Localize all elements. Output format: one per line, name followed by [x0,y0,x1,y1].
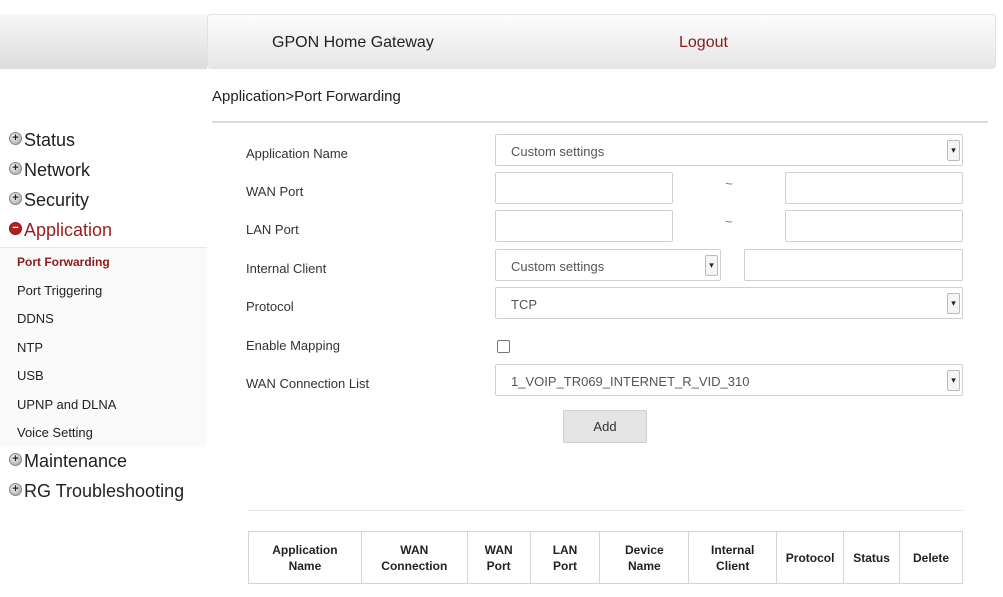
sidebar-item-network[interactable]: + Network [0,155,207,185]
sidebar-subitem-ntp[interactable]: NTP [0,333,207,362]
wan-port-start-input[interactable] [495,172,673,204]
wan-connection-list-select[interactable]: 1_VOIP_TR069_INTERNET_R_VID_310 ▾ [495,364,963,396]
chevron-down-icon: ▾ [947,293,960,314]
expand-plus-icon: + [9,131,22,145]
sidebar-item-label: Security [24,189,90,210]
sidebar-subitem-port-forwarding[interactable]: Port Forwarding [0,248,207,277]
column-header-wan-connection: WAN Connection [360,531,468,584]
wan-connection-list-label: WAN Connection List [246,376,370,391]
column-header-device-name: Device Name [599,531,690,584]
chevron-down-icon: ▾ [947,140,960,161]
application-submenu: Port Forwarding Port Triggering DDNS NTP… [0,247,207,447]
column-header-internal-client: Internal Client [688,531,778,584]
sidebar-item-label: Maintenance [24,451,128,472]
sidebar-item-security[interactable]: + Security [0,185,207,215]
breadcrumb: Application>Port Forwarding [212,88,401,105]
breadcrumb-divider [212,121,988,123]
expand-plus-icon: + [9,483,22,497]
sidebar-item-application[interactable]: − Application [0,215,207,245]
wan-port-end-input[interactable] [785,172,963,204]
select-value: TCP [511,297,537,312]
protocol-label: Protocol [246,299,294,314]
sidebar-item-maintenance[interactable]: + Maintenance [0,447,207,477]
expand-plus-icon: + [9,191,22,205]
column-header-protocol: Protocol [776,531,845,584]
sidebar-subitem-voice-setting[interactable]: Voice Setting [0,418,207,447]
table-divider [248,510,963,511]
gateway-title: GPON Home Gateway [272,34,434,51]
enable-mapping-label: Enable Mapping [246,338,340,353]
sidebar-subitem-ddns[interactable]: DDNS [0,304,207,334]
sidebar-header-bar [0,14,207,69]
sidebar-item-label: RG Troubleshooting [24,481,185,502]
wan-port-separator: ~ [725,176,733,191]
lan-port-end-input[interactable] [785,210,963,242]
internal-client-label: Internal Client [246,261,327,276]
column-header-status: Status [843,531,901,584]
sidebar-item-label: Network [24,159,91,180]
internal-client-ip-input[interactable] [744,249,963,281]
sidebar-item-label: Application [24,219,113,240]
chevron-down-icon: ▾ [705,255,718,276]
top-header: GPON Home Gateway Logout [207,14,996,69]
application-name-label: Application Name [246,146,348,161]
lan-port-label: LAN Port [246,222,299,237]
select-value: Custom settings [511,259,605,274]
chevron-down-icon: ▾ [947,370,960,391]
wan-port-label: WAN Port [246,184,304,199]
expand-plus-icon: + [9,161,22,175]
column-header-delete: Delete [899,531,963,584]
sidebar-item-rg-troubleshooting[interactable]: + RG Troubleshooting [0,477,207,507]
logout-link[interactable]: Logout [679,34,728,52]
application-name-select[interactable]: Custom settings ▾ [495,134,963,166]
column-header-wan-port: WAN Port [466,531,531,584]
select-value: Custom settings [511,144,605,159]
enable-mapping-checkbox[interactable] [497,340,510,353]
sidebar-subitem-usb[interactable]: USB [0,361,207,390]
column-header-lan-port: LAN Port [529,531,601,584]
sidebar-subitem-port-triggering[interactable]: Port Triggering [0,276,207,305]
internal-client-select[interactable]: Custom settings ▾ [495,249,721,281]
sidebar-subitem-upnp-dlna[interactable]: UPNP and DLNA [0,389,207,419]
sidebar-item-status[interactable]: + Status [0,125,207,155]
port-forwarding-table: Application Name WAN Connection WAN Port LA… [248,531,963,584]
select-value: 1_VOIP_TR069_INTERNET_R_VID_310 [511,374,750,389]
table-header-row: Application Name WAN Connection WAN Port LA… [248,531,963,584]
lan-port-separator: ~ [725,214,733,229]
expand-plus-icon: + [9,453,22,467]
sidebar-item-label: Status [24,129,76,150]
collapse-minus-icon: − [9,221,22,235]
column-header-application-name: Application Name [248,531,362,584]
sidebar: + Status + Network + Security − Applicat… [0,125,207,507]
lan-port-start-input[interactable] [495,210,673,242]
add-button[interactable]: Add [563,410,647,443]
protocol-select[interactable]: TCP ▾ [495,287,963,319]
